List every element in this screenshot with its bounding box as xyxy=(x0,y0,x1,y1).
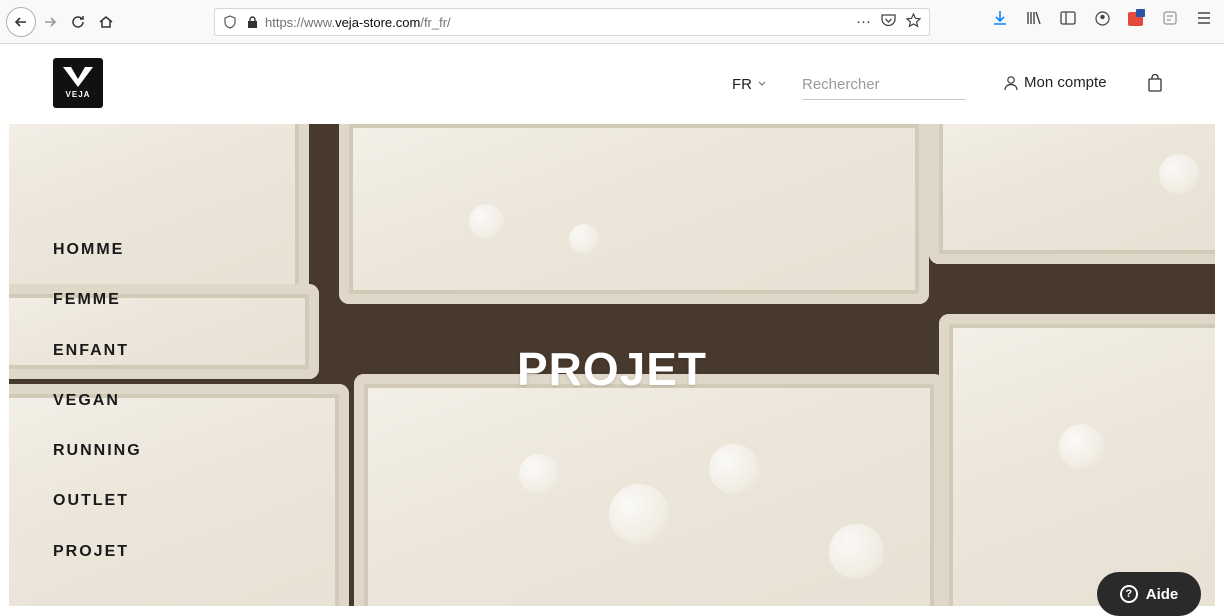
nav-item-vegan[interactable]: VEGAN xyxy=(53,389,142,439)
back-arrow-icon xyxy=(14,16,26,27)
reload-icon xyxy=(72,15,84,28)
veja-logo[interactable]: VEJA xyxy=(53,58,103,108)
url-path: /fr_fr/ xyxy=(420,14,451,30)
category-nav: HOMME FEMME ENFANT VEGAN RUNNING OUTLET … xyxy=(53,238,142,590)
url-domain: veja-store.com xyxy=(335,14,421,30)
cart-bag-icon[interactable] xyxy=(1147,73,1163,92)
back-button[interactable] xyxy=(6,6,36,37)
bookmark-star-icon[interactable] xyxy=(905,12,922,32)
library-icon[interactable] xyxy=(1024,8,1044,28)
hero-title: PROJET xyxy=(516,343,708,395)
nav-item-homme[interactable]: HOMME xyxy=(53,238,142,288)
browser-toolbar: https://www.veja-store.com/fr_fr/ ··· xyxy=(0,0,1224,44)
forward-arrow-icon xyxy=(45,16,57,27)
page-actions-icon[interactable]: ··· xyxy=(856,13,871,32)
sidebar-icon[interactable] xyxy=(1058,8,1078,28)
language-selector[interactable]: FR xyxy=(732,76,766,93)
account-link[interactable]: Mon compte xyxy=(1004,74,1107,91)
help-button[interactable]: ? Aide xyxy=(1097,572,1201,616)
logo-text: VEJA xyxy=(65,90,91,99)
reload-button[interactable] xyxy=(64,8,92,36)
search-input[interactable] xyxy=(802,70,966,100)
help-circle-icon: ? xyxy=(1119,585,1138,603)
nav-item-projet[interactable]: PROJET xyxy=(53,540,142,590)
home-button[interactable] xyxy=(92,8,120,36)
chevron-down-icon xyxy=(758,79,766,90)
account-label: Mon compte xyxy=(1024,74,1107,91)
tracking-shield-icon[interactable] xyxy=(223,14,237,30)
language-label: FR xyxy=(732,76,752,93)
url-prefix: https://www. xyxy=(265,14,336,30)
help-label: Aide xyxy=(1145,585,1179,603)
home-icon xyxy=(99,15,113,28)
nav-item-outlet[interactable]: OUTLET xyxy=(53,489,142,539)
extension-grey-icon[interactable] xyxy=(1160,8,1180,28)
toolbar-right xyxy=(990,8,1224,28)
extension-icon[interactable] xyxy=(1126,8,1146,28)
url-bar[interactable]: https://www.veja-store.com/fr_fr/ ··· xyxy=(214,8,930,36)
downloads-icon[interactable] xyxy=(990,8,1010,28)
site-header: VEJA FR Mon compte xyxy=(0,44,1224,124)
account-circle-icon[interactable] xyxy=(1092,8,1112,28)
user-icon xyxy=(1004,75,1018,90)
veja-v-icon xyxy=(63,67,93,87)
lock-icon[interactable] xyxy=(247,15,259,29)
forward-button[interactable] xyxy=(36,8,64,36)
pocket-icon[interactable] xyxy=(881,13,896,32)
menu-icon[interactable] xyxy=(1194,8,1214,28)
nav-item-femme[interactable]: FEMME xyxy=(53,288,142,338)
nav-item-running[interactable]: RUNNING xyxy=(53,439,142,489)
url-text: https://www.veja-store.com/fr_fr/ xyxy=(265,15,451,30)
